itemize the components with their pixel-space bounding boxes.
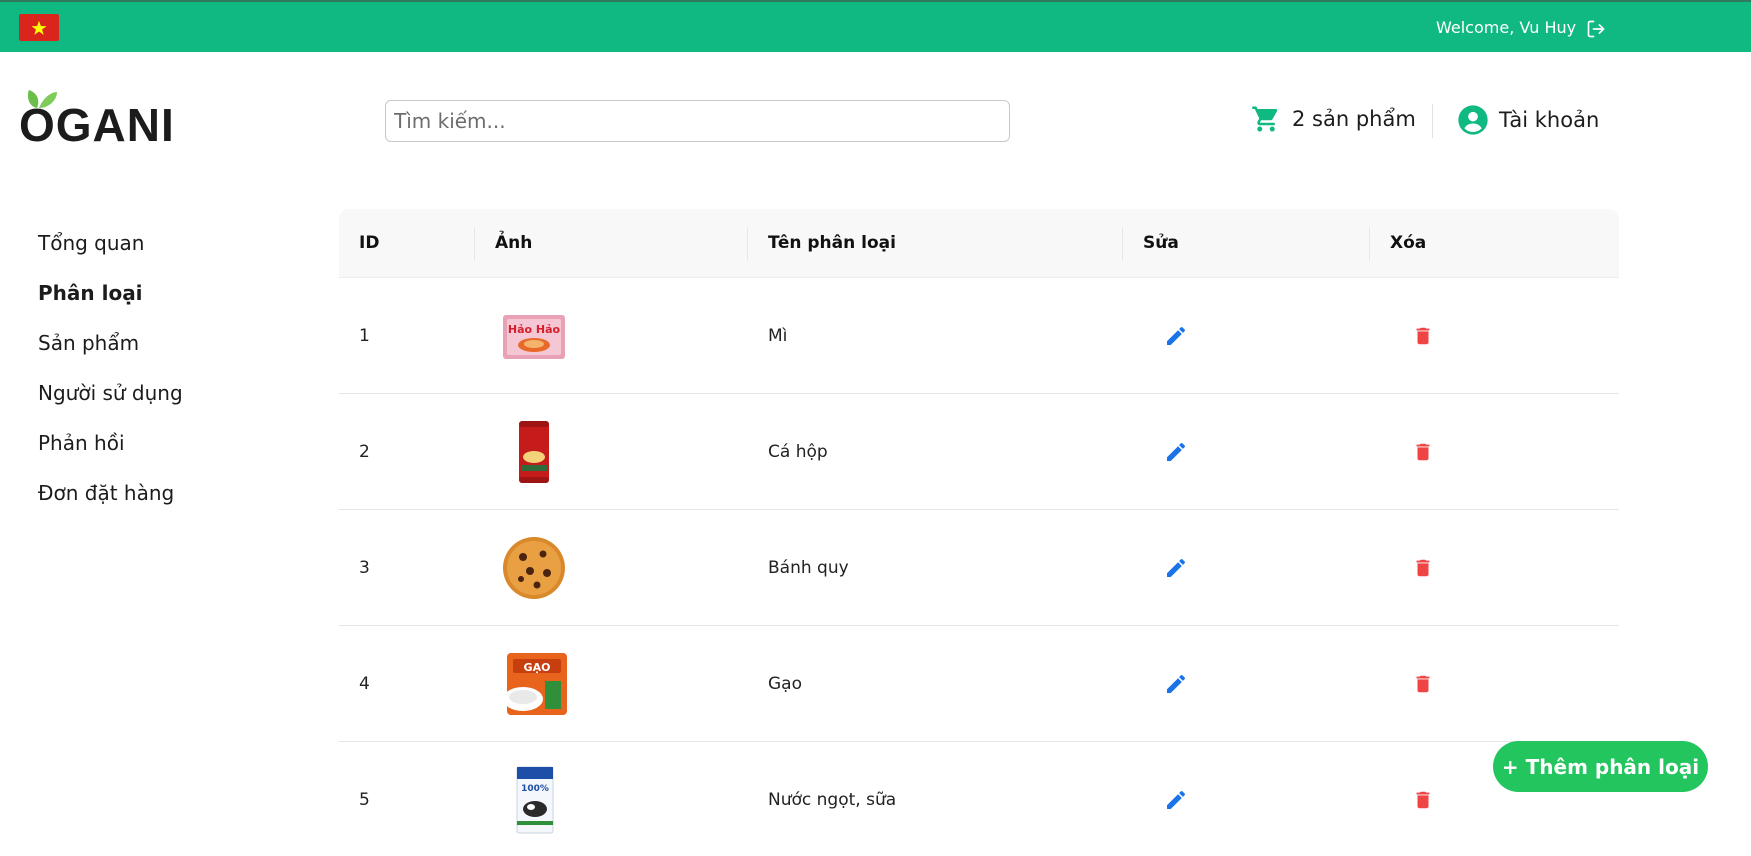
search-input[interactable] — [385, 100, 1010, 142]
table-header: ID Ảnh Tên phân loại Sửa Xóa — [339, 209, 1619, 278]
column-header-delete: Xóa — [1390, 233, 1427, 253]
cart-icon — [1252, 106, 1278, 132]
edit-cell — [1162, 510, 1190, 626]
table-row: 1 Hảo Hảo Mì — [339, 278, 1619, 394]
sidebar-item-categories[interactable]: Phân loại — [38, 278, 183, 328]
pencil-icon — [1167, 558, 1186, 577]
edit-button[interactable] — [1162, 786, 1190, 814]
sidebar-item-users[interactable]: Người sử dụng — [38, 378, 183, 428]
sidebar-item-feedback[interactable]: Phản hồi — [38, 428, 183, 478]
table-row: 5 100% Nước ngọt, sữa — [339, 742, 1619, 856]
column-header-name: Tên phân loại — [768, 233, 896, 253]
delete-cell — [1409, 626, 1437, 742]
milk-carton-image: 100% — [499, 742, 569, 856]
row-id: 1 — [359, 326, 370, 346]
pencil-icon — [1167, 442, 1186, 461]
add-category-button[interactable]: + Thêm phân loại — [1493, 741, 1708, 792]
trash-icon — [1416, 443, 1430, 461]
user-circle-icon — [1458, 105, 1488, 135]
row-id: 2 — [359, 442, 370, 462]
delete-button[interactable] — [1409, 786, 1437, 814]
edit-cell — [1162, 742, 1190, 856]
column-header-edit: Sửa — [1143, 233, 1179, 253]
delete-button[interactable] — [1409, 670, 1437, 698]
column-divider — [474, 227, 475, 261]
pencil-icon — [1167, 674, 1186, 693]
delete-button[interactable] — [1409, 322, 1437, 350]
pencil-icon — [1167, 326, 1186, 345]
table-row: 3 Bánh quy — [339, 510, 1619, 626]
noodle-pack-image: Hảo Hảo — [499, 278, 569, 394]
trash-icon — [1416, 791, 1430, 809]
canned-fish-image — [499, 394, 569, 510]
edit-cell — [1162, 278, 1190, 394]
vietnam-flag-icon[interactable] — [19, 14, 59, 41]
row-name: Nước ngọt, sữa — [768, 790, 897, 810]
rice-bag-image: GẠO — [499, 626, 569, 742]
delete-cell — [1409, 510, 1437, 626]
delete-button[interactable] — [1409, 554, 1437, 582]
row-name: Mì — [768, 326, 788, 346]
trash-icon — [1416, 675, 1430, 693]
logo-text: OGANI — [19, 99, 175, 151]
row-name: Gạo — [768, 674, 802, 694]
svg-text:100%: 100% — [521, 784, 549, 794]
delete-cell — [1409, 742, 1437, 856]
delete-button[interactable] — [1409, 438, 1437, 466]
column-header-image: Ảnh — [495, 233, 533, 253]
edit-button[interactable] — [1162, 322, 1190, 350]
header-divider — [1432, 104, 1433, 138]
edit-button[interactable] — [1162, 438, 1190, 466]
cart-button[interactable]: 2 sản phẩm — [1250, 104, 1416, 134]
categories-table: ID Ảnh Tên phân loại Sửa Xóa 1 Hảo Hảo M… — [339, 209, 1619, 856]
trash-icon — [1416, 327, 1430, 345]
column-divider — [747, 227, 748, 261]
svg-text:GẠO: GẠO — [524, 661, 551, 674]
ogani-logo[interactable]: OGANI — [19, 88, 179, 151]
cart-label: 2 sản phẩm — [1292, 107, 1416, 131]
top-bar: Welcome, Vu Huy — [0, 0, 1751, 52]
column-header-id: ID — [359, 233, 380, 253]
trash-icon — [1416, 559, 1430, 577]
row-name: Bánh quy — [768, 558, 849, 578]
svg-text:Hảo Hảo: Hảo Hảo — [508, 323, 561, 336]
column-divider — [1369, 227, 1370, 261]
pencil-icon — [1167, 790, 1186, 809]
edit-button[interactable] — [1162, 554, 1190, 582]
table-row: 4 GẠO Gạo — [339, 626, 1619, 742]
row-name: Cá hộp — [768, 442, 828, 462]
sidebar-item-products[interactable]: Sản phẩm — [38, 328, 183, 378]
edit-button[interactable] — [1162, 670, 1190, 698]
welcome-text: Welcome, Vu Huy — [1436, 18, 1577, 37]
cookie-image — [499, 510, 569, 626]
sidebar-item-overview[interactable]: Tổng quan — [38, 228, 183, 278]
row-id: 5 — [359, 790, 370, 810]
delete-cell — [1409, 278, 1437, 394]
logout-icon[interactable] — [1586, 19, 1606, 39]
account-label: Tài khoản — [1499, 108, 1600, 132]
sidebar-item-orders[interactable]: Đơn đặt hàng — [38, 478, 183, 528]
delete-cell — [1409, 394, 1437, 510]
column-divider — [1122, 227, 1123, 261]
table-row: 2 Cá hộp — [339, 394, 1619, 510]
row-id: 4 — [359, 674, 370, 694]
sidebar-nav: Tổng quan Phân loại Sản phẩm Người sử dụ… — [38, 228, 183, 528]
edit-cell — [1162, 394, 1190, 510]
edit-cell — [1162, 626, 1190, 742]
row-id: 3 — [359, 558, 370, 578]
account-button[interactable]: Tài khoản — [1457, 104, 1599, 136]
